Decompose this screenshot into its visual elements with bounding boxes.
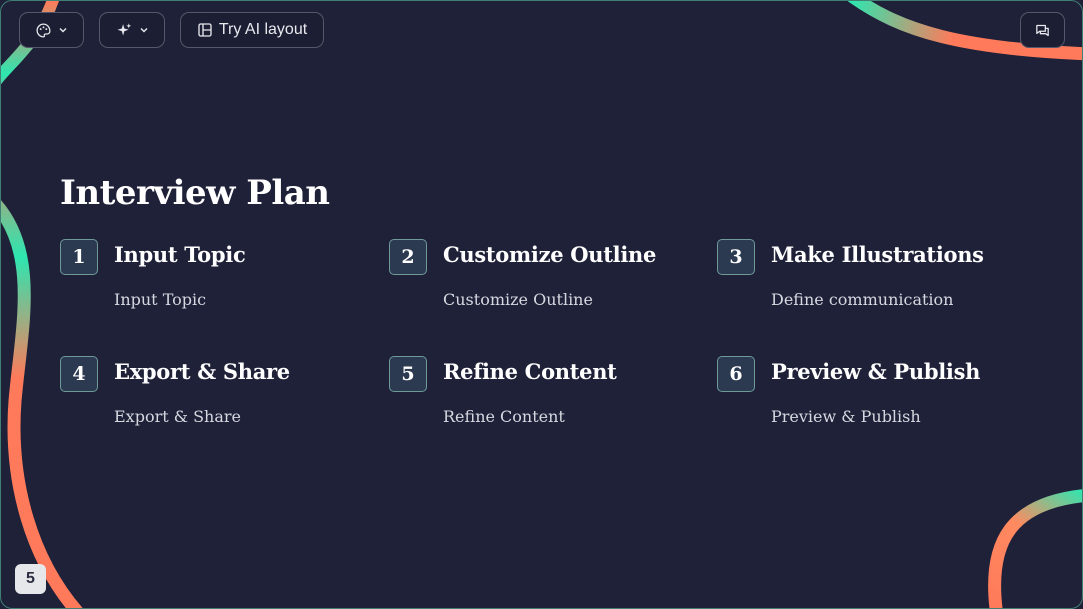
step-heading: Input Topic: [114, 242, 246, 267]
step-item: 4 Export & Share Export & Share: [60, 356, 370, 446]
step-item: 3 Make Illustrations Define communicatio…: [717, 239, 1027, 329]
step-item: 5 Refine Content Refine Content: [389, 356, 699, 446]
comment-icon: [1036, 24, 1049, 36]
step-description: Export & Share: [114, 407, 241, 426]
step-description: Preview & Publish: [771, 407, 921, 426]
step-description: Input Topic: [114, 290, 207, 309]
sparkle-icon: [116, 22, 131, 35]
theme-button[interactable]: [19, 12, 84, 48]
layout-icon: [198, 23, 212, 37]
ai-assist-button[interactable]: [99, 12, 165, 48]
try-ai-layout-label: Try AI layout: [218, 21, 308, 38]
step-number: 1: [60, 239, 98, 275]
step-item: 1 Input Topic Input Topic: [60, 239, 370, 329]
slide-canvas: Try AI layout Interview Plan 1 Input Top…: [0, 0, 1083, 609]
step-number: 6: [717, 356, 755, 392]
comments-button[interactable]: [1020, 12, 1065, 48]
step-description: Define communication: [771, 290, 954, 309]
chevron-down-icon: [140, 28, 147, 33]
try-ai-layout-button[interactable]: Try AI layout: [180, 12, 324, 48]
step-heading: Preview & Publish: [771, 359, 981, 384]
step-heading: Export & Share: [114, 359, 290, 384]
step-heading: Customize Outline: [443, 242, 657, 267]
step-heading: Refine Content: [443, 359, 617, 384]
chevron-down-icon: [59, 28, 67, 33]
step-number: 4: [60, 356, 98, 392]
step-description: Refine Content: [443, 407, 565, 426]
step-heading: Make Illustrations: [771, 242, 984, 267]
step-number: 5: [389, 356, 427, 392]
slide-title: Interview Plan: [60, 173, 330, 213]
step-item: 6 Preview & Publish Preview & Publish: [717, 356, 1027, 446]
step-number: 3: [717, 239, 755, 275]
page-number-badge[interactable]: 5: [15, 564, 46, 594]
step-description: Customize Outline: [443, 290, 593, 309]
bottom-right-ribbon: [988, 489, 1082, 608]
step-item: 2 Customize Outline Customize Outline: [389, 239, 699, 329]
step-number: 2: [389, 239, 427, 275]
palette-icon: [36, 22, 51, 38]
